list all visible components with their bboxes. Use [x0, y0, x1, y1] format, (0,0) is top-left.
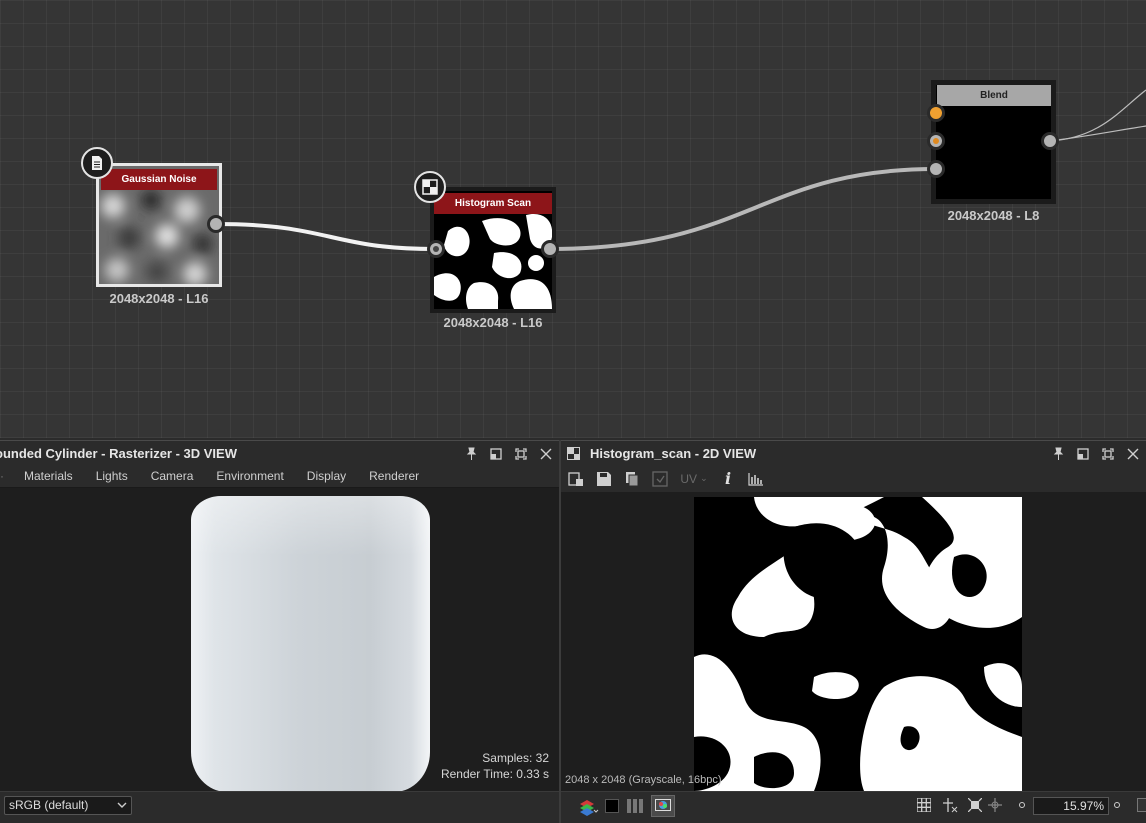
- zoom-out-icon[interactable]: [1019, 802, 1025, 808]
- pan-icon[interactable]: [988, 798, 1002, 817]
- node-resolution: 2048x2048 - L16: [109, 291, 209, 306]
- colorspace-value: sRGB (default): [9, 798, 89, 812]
- input-port-background[interactable]: [927, 132, 945, 150]
- panel-title: ounded Cylinder - Rasterizer - 3D VIEW: [0, 446, 237, 461]
- menu-renderer[interactable]: Renderer: [369, 469, 419, 483]
- maximize-icon[interactable]: [513, 446, 528, 461]
- render-time: Render Time: 0.33 s: [440, 767, 549, 781]
- uv-toggle[interactable]: UV ⌄: [679, 470, 709, 488]
- node-graph[interactable]: Gaussian Noise 2048x2048 - L16 Histogram…: [0, 0, 1146, 438]
- checker-icon: [567, 447, 580, 465]
- checker-icon: [414, 171, 446, 203]
- node-title: Histogram Scan: [434, 193, 552, 214]
- node-histogram-scan[interactable]: Histogram Scan: [427, 187, 559, 313]
- input-port-mask[interactable]: [927, 160, 945, 178]
- wire-histogram-to-blend: [549, 167, 937, 251]
- node-resolution: 2048x2048 - L16: [443, 315, 543, 330]
- tiling-icon[interactable]: [651, 470, 669, 488]
- footer-3d: sRGB (default): [0, 791, 559, 823]
- pivot-icon[interactable]: [942, 797, 958, 818]
- node-gaussian-noise[interactable]: Gaussian Noise: [96, 163, 225, 287]
- node-blend[interactable]: Blend: [927, 80, 1059, 204]
- undock-icon[interactable]: [1075, 446, 1090, 461]
- output-port[interactable]: [1041, 132, 1059, 150]
- panel-title: Histogram_scan - 2D VIEW: [590, 446, 757, 461]
- lock-icon[interactable]: [1137, 798, 1146, 812]
- menu-camera[interactable]: Camera: [151, 469, 194, 483]
- fit-icon[interactable]: [967, 797, 983, 817]
- grid-icon[interactable]: [916, 797, 932, 817]
- menu-materials[interactable]: Materials: [24, 469, 73, 483]
- info-icon[interactable]: i: [719, 469, 737, 488]
- save-icon[interactable]: [595, 470, 613, 488]
- black-background-swatch[interactable]: [605, 799, 619, 813]
- input-port-foreground[interactable]: [927, 104, 945, 122]
- image-info: 2048 x 2048 (Grayscale, 16bpc): [565, 774, 722, 786]
- menu-bar: · Materials Lights Camera Environment Di…: [0, 465, 559, 488]
- rounded-cylinder-mesh: [191, 496, 430, 791]
- histogram-scan-image: [694, 497, 1022, 791]
- output-port[interactable]: [207, 215, 225, 233]
- panel-3d-view: ounded Cylinder - Rasterizer - 3D VIEW ·…: [0, 440, 559, 823]
- wire-gaussian-to-histogram: [215, 222, 436, 251]
- wire-blend-out-2: [1049, 125, 1146, 142]
- zoom-in-icon[interactable]: [1114, 802, 1120, 808]
- input-port[interactable]: [427, 240, 445, 258]
- export-icon[interactable]: [567, 470, 585, 488]
- panel-2d-view: Histogram_scan - 2D VIEW UV ⌄ i 2048 x 2…: [561, 440, 1146, 823]
- output-port[interactable]: [541, 240, 559, 258]
- node-title: Gaussian Noise: [101, 169, 217, 190]
- close-icon[interactable]: [1125, 446, 1140, 461]
- color-display-icon[interactable]: [651, 795, 675, 817]
- panel-header: Histogram_scan - 2D VIEW: [561, 440, 1146, 465]
- viewport-2d[interactable]: 2048 x 2048 (Grayscale, 16bpc): [561, 492, 1146, 791]
- zoom-field[interactable]: 15.97%: [1033, 797, 1109, 815]
- node-resolution: 2048x2048 - L8: [947, 208, 1040, 223]
- close-icon[interactable]: [538, 446, 553, 461]
- histogram-scan-preview: [694, 497, 1022, 791]
- copy-icon[interactable]: [623, 470, 641, 488]
- layers-icon[interactable]: [579, 798, 599, 821]
- menu-environment[interactable]: Environment: [216, 469, 283, 483]
- panel-header: ounded Cylinder - Rasterizer - 3D VIEW: [0, 440, 559, 465]
- node-title: Blend: [937, 85, 1051, 106]
- channels-icon[interactable]: [627, 799, 643, 818]
- menu-separator: ·: [0, 469, 4, 483]
- pin-icon[interactable]: [463, 446, 478, 461]
- maximize-icon[interactable]: [1100, 446, 1115, 461]
- undock-icon[interactable]: [488, 446, 503, 461]
- document-icon: [81, 147, 113, 179]
- uv-label: UV: [680, 471, 698, 486]
- pin-icon[interactable]: [1050, 446, 1065, 461]
- render-samples: Samples: 32: [482, 751, 549, 765]
- viewport-3d[interactable]: Samples: 32 Render Time: 0.33 s: [0, 488, 559, 791]
- menu-display[interactable]: Display: [307, 469, 346, 483]
- toolbar-2d: UV ⌄ i: [561, 465, 1146, 492]
- menu-lights[interactable]: Lights: [96, 469, 128, 483]
- colorspace-select[interactable]: sRGB (default): [4, 796, 132, 815]
- histogram-icon[interactable]: [747, 470, 765, 488]
- chevron-down-icon: [117, 798, 127, 815]
- footer-2d: 15.97%: [561, 791, 1146, 823]
